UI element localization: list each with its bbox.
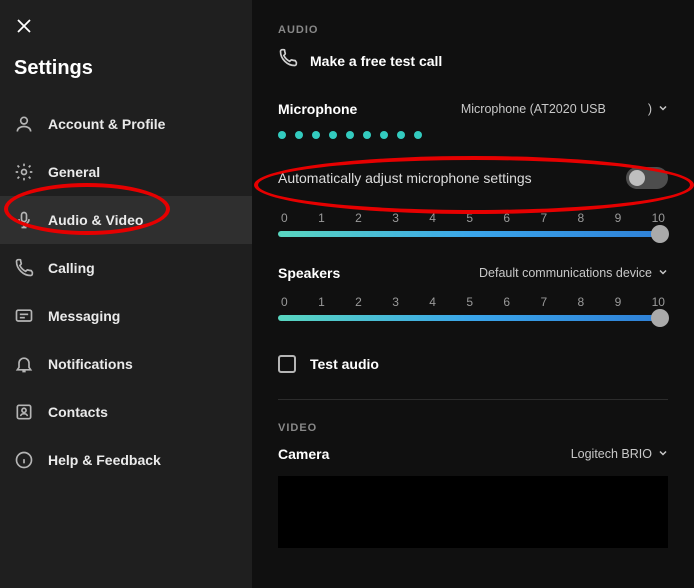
camera-title: Camera bbox=[278, 446, 329, 462]
mic-volume-scale: 012 345 678 910 bbox=[278, 211, 668, 225]
sidebar-item-contacts[interactable]: Contacts bbox=[0, 388, 252, 436]
speakers-dropdown[interactable]: Default communications device bbox=[479, 266, 668, 280]
sidebar-item-label: Calling bbox=[48, 260, 95, 276]
microphone-value-suffix: ) bbox=[648, 102, 652, 116]
microphone-dropdown[interactable]: Microphone (AT2020 USB ) bbox=[461, 102, 668, 116]
speaker-volume-scale: 012 345 678 910 bbox=[278, 295, 668, 309]
settings-main-panel: AUDIO Make a free test call Microphone M… bbox=[252, 0, 694, 588]
sidebar-item-general[interactable]: General bbox=[0, 148, 252, 196]
video-section-label: VIDEO bbox=[278, 422, 668, 434]
test-audio-label: Test audio bbox=[310, 356, 379, 372]
info-icon bbox=[14, 450, 34, 470]
make-test-call-button[interactable]: Make a free test call bbox=[278, 48, 668, 73]
slider-thumb[interactable] bbox=[651, 309, 669, 327]
sidebar-item-messaging[interactable]: Messaging bbox=[0, 292, 252, 340]
speaker-volume-slider[interactable] bbox=[278, 315, 668, 321]
slider-thumb[interactable] bbox=[651, 225, 669, 243]
sidebar-item-label: Audio & Video bbox=[48, 212, 143, 228]
speakers-value: Default communications device bbox=[479, 266, 652, 280]
mic-volume-slider[interactable] bbox=[278, 231, 668, 237]
bell-icon bbox=[14, 354, 34, 374]
microphone-value: Microphone (AT2020 USB bbox=[461, 102, 606, 116]
auto-adjust-label: Automatically adjust microphone settings bbox=[278, 170, 532, 186]
camera-dropdown[interactable]: Logitech BRIO bbox=[571, 447, 668, 461]
microphone-title: Microphone bbox=[278, 101, 357, 117]
auto-adjust-row: Automatically adjust microphone settings bbox=[278, 167, 668, 189]
camera-preview bbox=[278, 476, 668, 548]
mic-level-meter bbox=[278, 131, 668, 139]
toggle-knob bbox=[629, 170, 645, 186]
sidebar-item-label: Contacts bbox=[48, 404, 108, 420]
sidebar-item-help-feedback[interactable]: Help & Feedback bbox=[0, 436, 252, 484]
settings-sidebar: Settings Account & Profile General Audio… bbox=[0, 0, 252, 588]
square-icon bbox=[278, 355, 296, 373]
sidebar-item-calling[interactable]: Calling bbox=[0, 244, 252, 292]
section-divider bbox=[278, 399, 668, 400]
chevron-down-icon bbox=[658, 266, 668, 280]
messaging-icon bbox=[14, 306, 34, 326]
sidebar-item-audio-video[interactable]: Audio & Video bbox=[0, 196, 252, 244]
test-call-label: Make a free test call bbox=[310, 53, 442, 69]
camera-row: Camera Logitech BRIO bbox=[278, 446, 668, 462]
contacts-icon bbox=[14, 402, 34, 422]
test-audio-button[interactable]: Test audio bbox=[278, 349, 668, 399]
close-icon[interactable] bbox=[16, 18, 252, 39]
sidebar-item-account-profile[interactable]: Account & Profile bbox=[0, 100, 252, 148]
speakers-row: Speakers Default communications device bbox=[278, 265, 668, 281]
sidebar-item-label: Notifications bbox=[48, 356, 133, 372]
speakers-title: Speakers bbox=[278, 265, 340, 281]
chevron-down-icon bbox=[658, 447, 668, 461]
phone-icon bbox=[14, 258, 34, 278]
audio-section-label: AUDIO bbox=[278, 24, 668, 36]
auto-adjust-toggle[interactable] bbox=[626, 167, 668, 189]
phone-icon bbox=[278, 48, 298, 73]
chevron-down-icon bbox=[658, 102, 668, 116]
sidebar-item-label: Messaging bbox=[48, 308, 120, 324]
sidebar-item-label: Account & Profile bbox=[48, 116, 165, 132]
sidebar-item-label: General bbox=[48, 164, 100, 180]
microphone-icon bbox=[14, 210, 34, 230]
microphone-row: Microphone Microphone (AT2020 USB ) bbox=[278, 101, 668, 117]
sidebar-item-notifications[interactable]: Notifications bbox=[0, 340, 252, 388]
gear-icon bbox=[14, 162, 34, 182]
camera-value: Logitech BRIO bbox=[571, 447, 652, 461]
page-title: Settings bbox=[14, 57, 252, 80]
account-icon bbox=[14, 114, 34, 134]
sidebar-item-label: Help & Feedback bbox=[48, 452, 161, 468]
